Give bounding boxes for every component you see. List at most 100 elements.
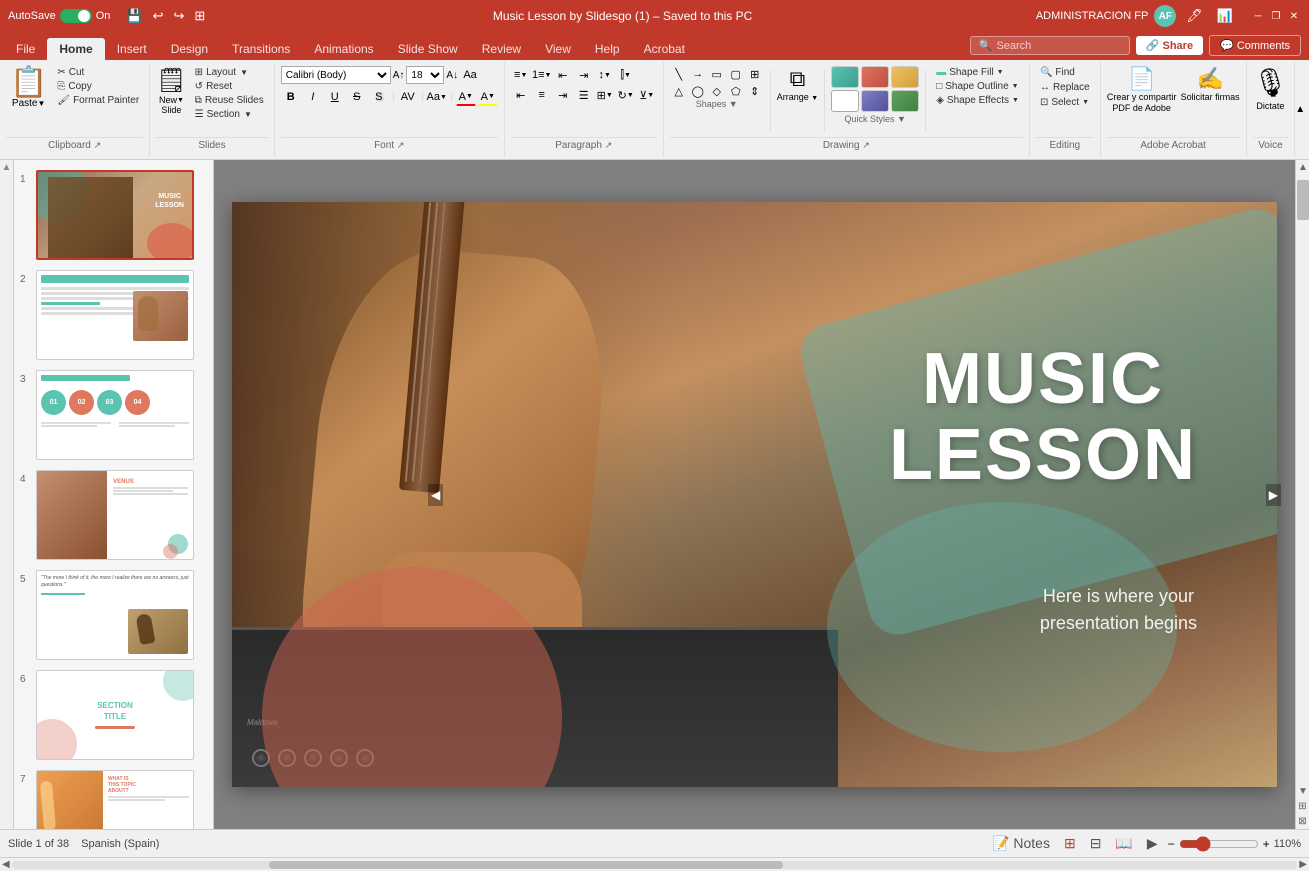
- qs-item-6[interactable]: [891, 90, 919, 112]
- slide-subtitle[interactable]: Here is where your presentation begins: [1040, 583, 1197, 637]
- scroll-left-button[interactable]: ◀: [428, 484, 443, 506]
- shape-more[interactable]: ⊞: [746, 66, 764, 82]
- increase-indent-button[interactable]: ⇥: [574, 66, 594, 84]
- columns-button[interactable]: ⫿▼: [616, 66, 636, 84]
- bold-button[interactable]: B: [281, 88, 301, 106]
- pen-tool-button[interactable]: 🖊: [1182, 6, 1207, 26]
- presentation-mode-button[interactable]: 📊: [1213, 6, 1237, 26]
- font-size-decrease[interactable]: A↓: [446, 70, 458, 81]
- shape-rect[interactable]: ▭: [708, 66, 726, 82]
- hscroll-thumb[interactable]: [269, 861, 783, 869]
- expand-button[interactable]: ⊞: [1296, 799, 1309, 814]
- replace-button[interactable]: ↔ Replace: [1036, 81, 1094, 94]
- restore-button[interactable]: ❐: [1269, 9, 1283, 23]
- shape-triangle[interactable]: △: [670, 83, 688, 99]
- strikethrough-button[interactable]: S: [347, 88, 367, 106]
- tab-help[interactable]: Help: [583, 38, 632, 60]
- slide-sorter-button[interactable]: ⊟: [1086, 833, 1106, 854]
- minimize-button[interactable]: ─: [1251, 9, 1265, 23]
- new-slide-button[interactable]: 🗒 New ▼ Slide: [156, 66, 186, 115]
- qs-item-3[interactable]: [891, 66, 919, 88]
- decrease-indent-button[interactable]: ⇤: [553, 66, 573, 84]
- close-button[interactable]: ✕: [1287, 9, 1301, 23]
- font-family-select[interactable]: Calibri (Body): [281, 66, 391, 84]
- shadow-button[interactable]: S: [369, 88, 389, 106]
- tab-review[interactable]: Review: [470, 38, 533, 60]
- tab-slideshow[interactable]: Slide Show: [386, 38, 470, 60]
- comments-button[interactable]: 💬 Comments: [1209, 35, 1301, 56]
- align-center-button[interactable]: ≡: [532, 86, 552, 104]
- layout-button[interactable]: ⊞ Layout ▼: [191, 66, 268, 79]
- normal-view-button[interactable]: ⊞: [1060, 833, 1080, 854]
- shape-effects-button[interactable]: ◈ Shape Effects ▼: [932, 94, 1023, 107]
- copy-button[interactable]: ⎘ Copy: [53, 80, 143, 93]
- qs-item-2[interactable]: [861, 66, 889, 88]
- font-size-increase[interactable]: A↑: [393, 70, 405, 81]
- scroll-right-button[interactable]: ▶: [1266, 484, 1281, 506]
- cut-button[interactable]: ✂ Cut: [53, 66, 143, 79]
- redo-button[interactable]: ↪: [169, 6, 188, 26]
- numbering-button[interactable]: 1≡▼: [532, 66, 552, 84]
- hscroll-right-button[interactable]: ▶: [1299, 859, 1307, 870]
- slide-item-2[interactable]: 2: [18, 268, 209, 362]
- qs-item-5[interactable]: [861, 90, 889, 112]
- slide-item-4[interactable]: 4 VENUS: [18, 468, 209, 562]
- user-avatar[interactable]: AF: [1154, 5, 1176, 27]
- slide-item-7[interactable]: 7 WHAT ISTHIS TOPICABOUT?: [18, 768, 209, 829]
- slide-item-6[interactable]: 6 SECTIONTITLE: [18, 668, 209, 762]
- tab-design[interactable]: Design: [159, 38, 220, 60]
- zoom-slider[interactable]: [1179, 836, 1259, 852]
- slide-item-5[interactable]: 5 "The more I think of it, the more I re…: [18, 568, 209, 662]
- reading-view-button[interactable]: 📖: [1111, 833, 1136, 854]
- notes-button[interactable]: 📝 Notes: [988, 833, 1054, 854]
- italic-button[interactable]: I: [303, 88, 323, 106]
- align-right-button[interactable]: ⇥: [553, 86, 573, 104]
- slide-title[interactable]: MUSIC LESSON: [889, 342, 1197, 493]
- tab-view[interactable]: View: [533, 38, 583, 60]
- slideshow-view-button[interactable]: ▶: [1143, 833, 1162, 854]
- tab-insert[interactable]: Insert: [105, 38, 159, 60]
- shape-pentagon[interactable]: ⬠: [727, 83, 745, 99]
- shape-diamond[interactable]: ◇: [708, 83, 726, 99]
- vscroll-up-button[interactable]: ▲: [1296, 160, 1309, 175]
- reset-button[interactable]: ↺ Reset: [191, 80, 268, 93]
- shape-scroll[interactable]: ⇕: [746, 83, 764, 99]
- shape-rounded-rect[interactable]: ▢: [727, 66, 745, 82]
- undo-button[interactable]: ↩: [149, 6, 168, 26]
- tab-home[interactable]: Home: [47, 38, 104, 60]
- share-button[interactable]: 🔗 Share: [1136, 36, 1203, 55]
- zoom-in-button[interactable]: +: [1263, 837, 1270, 851]
- slide-scroll-up[interactable]: ▲: [2, 162, 12, 173]
- shape-fill-button[interactable]: ▬ Shape Fill ▼: [932, 66, 1023, 79]
- ribbon-scroll-up[interactable]: ▲: [1295, 104, 1305, 115]
- fit-button[interactable]: ⊠: [1296, 814, 1309, 829]
- slide-item-3[interactable]: 3 01 02 03 04: [18, 368, 209, 462]
- smart-art-button[interactable]: ⊞▼: [595, 86, 615, 104]
- slide-item-1[interactable]: 1 MUSICLESSON: [18, 168, 209, 262]
- slide-canvas[interactable]: Maldova MUSIC LESSON Here is where your …: [232, 202, 1277, 787]
- align-left-button[interactable]: ⇤: [511, 86, 531, 104]
- qs-item-4[interactable]: [831, 90, 859, 112]
- tab-acrobat[interactable]: Acrobat: [632, 38, 697, 60]
- vscroll-thumb[interactable]: [1297, 180, 1309, 220]
- shape-outline-button[interactable]: □ Shape Outline ▼: [932, 80, 1023, 93]
- font-size-select[interactable]: 18: [406, 66, 444, 84]
- hscroll-left-button[interactable]: ◀: [2, 859, 10, 870]
- autosave-toggle[interactable]: [60, 9, 92, 23]
- create-pdf-button[interactable]: 📄 Crear y compartir PDF de Adobe: [1107, 66, 1177, 114]
- clear-formatting-button[interactable]: Aa: [460, 66, 480, 84]
- line-spacing-button[interactable]: ↕▼: [595, 66, 615, 84]
- highlight-color-button[interactable]: A▼: [478, 88, 498, 106]
- customize-button[interactable]: ⊞: [190, 6, 209, 26]
- char-spacing-button[interactable]: AV: [398, 88, 418, 106]
- find-button[interactable]: 🔍 Find: [1036, 66, 1079, 79]
- shape-arrow[interactable]: →: [689, 66, 707, 82]
- tab-animations[interactable]: Animations: [302, 38, 385, 60]
- tab-file[interactable]: File: [4, 38, 47, 60]
- paste-button[interactable]: 📋 Paste ▼: [6, 66, 51, 111]
- select-button[interactable]: ⊡ Select ▼: [1036, 96, 1093, 109]
- save-button[interactable]: 💾: [122, 6, 146, 26]
- vscroll-down-button[interactable]: ▼: [1296, 784, 1309, 799]
- bullets-button[interactable]: ≡▼: [511, 66, 531, 84]
- align-text-button[interactable]: ⊻▼: [637, 86, 657, 104]
